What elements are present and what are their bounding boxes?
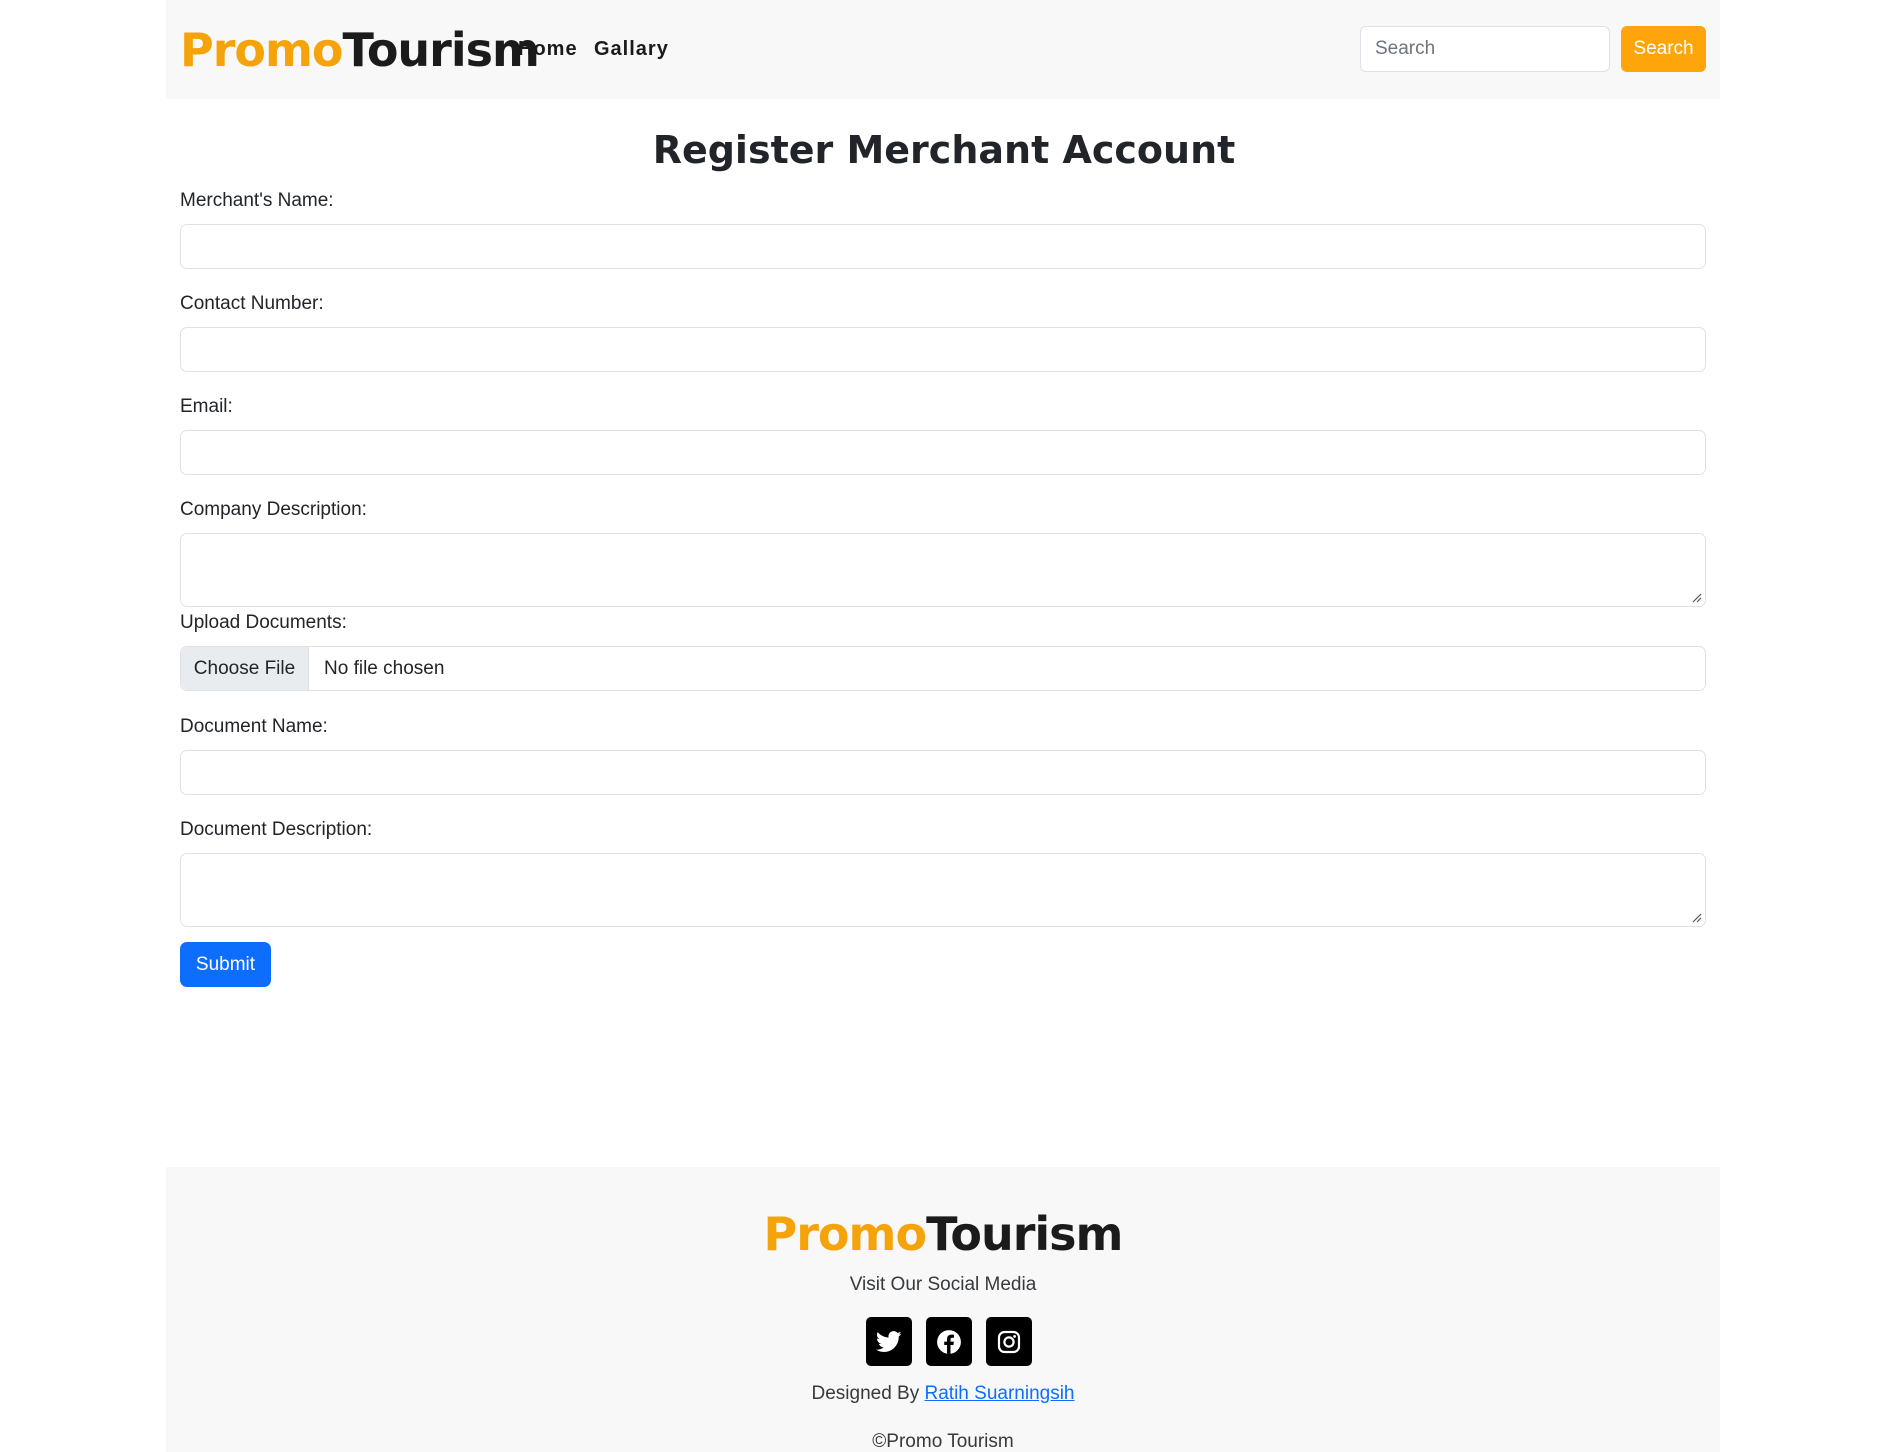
file-upload-input[interactable]: Choose File No file chosen xyxy=(180,646,1706,691)
social-heading: Visit Our Social Media xyxy=(849,1274,1037,1295)
instagram-link[interactable] xyxy=(986,1317,1032,1366)
brand-promo: Promo xyxy=(180,23,344,77)
footer-brand-promo: Promo xyxy=(763,1207,928,1261)
resize-grip-icon[interactable] xyxy=(1690,591,1702,603)
merchant-name-input[interactable] xyxy=(180,224,1706,269)
document-name-input[interactable] xyxy=(180,750,1706,795)
submit-button[interactable]: Submit xyxy=(180,942,271,987)
contact-number-label: Contact Number: xyxy=(180,293,324,314)
file-status-text: No file chosen xyxy=(324,657,445,679)
designer-link[interactable]: Ratih Suarningsih xyxy=(925,1383,1075,1404)
company-description-label: Company Description: xyxy=(180,499,367,520)
designed-by: Designed By Ratih Suarningsih xyxy=(166,1383,1720,1405)
search-input[interactable] xyxy=(1360,26,1610,72)
contact-number-input[interactable] xyxy=(180,327,1706,372)
search-button[interactable]: Search xyxy=(1621,26,1706,72)
email-label: Email: xyxy=(180,396,233,417)
nav-gallery-link[interactable]: Gallary xyxy=(594,38,669,61)
twitter-link[interactable] xyxy=(866,1317,912,1366)
nav-home-link[interactable]: Home xyxy=(518,38,578,61)
brand-logo[interactable]: PromoTourism xyxy=(180,20,540,80)
document-name-label: Document Name: xyxy=(180,716,328,737)
company-description-textarea[interactable] xyxy=(180,533,1706,607)
resize-grip-icon[interactable] xyxy=(1690,911,1702,923)
page-title: Register Merchant Account xyxy=(652,128,1236,172)
footer-brand-logo: PromoTourism xyxy=(166,1207,1720,1261)
email-input[interactable] xyxy=(180,430,1706,475)
brand-tourism: Tourism xyxy=(342,23,540,77)
upload-documents-label: Upload Documents: xyxy=(180,612,347,633)
facebook-link[interactable] xyxy=(926,1317,972,1366)
social-links xyxy=(866,1317,1032,1366)
navbar: PromoTourism Home Gallary Search xyxy=(166,0,1720,99)
merchant-name-label: Merchant's Name: xyxy=(180,190,334,211)
footer-brand-tourism: Tourism xyxy=(926,1207,1123,1261)
footer: PromoTourism Visit Our Social Media Desi… xyxy=(166,1167,1720,1452)
document-description-textarea[interactable] xyxy=(180,853,1706,927)
choose-file-button[interactable]: Choose File xyxy=(181,647,309,690)
facebook-icon xyxy=(937,1329,961,1354)
twitter-icon xyxy=(876,1330,902,1352)
designed-by-prefix: Designed By xyxy=(811,1383,920,1404)
copyright-text: ©Promo Tourism xyxy=(872,1431,1014,1452)
instagram-icon xyxy=(997,1330,1021,1353)
document-description-label: Document Description: xyxy=(180,819,373,840)
